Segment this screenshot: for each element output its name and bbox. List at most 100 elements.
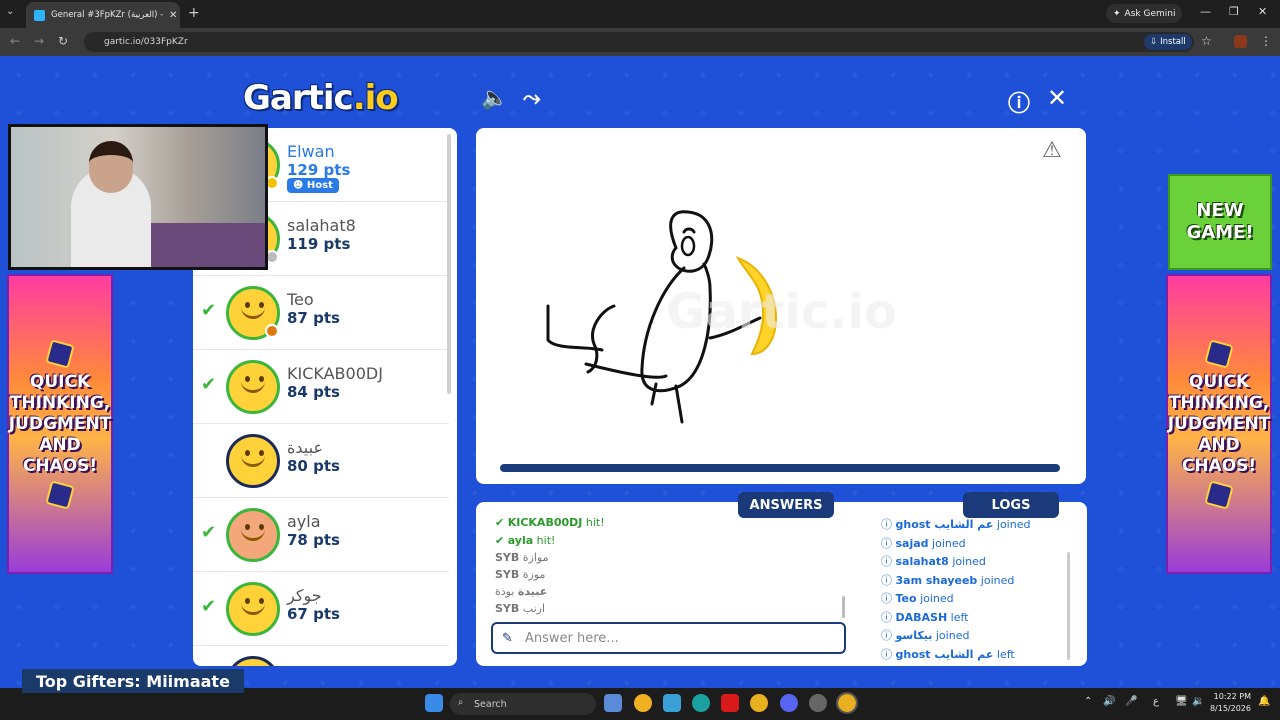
logs-panel: LOGS ⓘ ghost عم الشايب joined ⓘ sajad jo…	[861, 492, 1087, 666]
reload-icon[interactable]: ↻	[58, 34, 68, 48]
back-icon[interactable]: ←	[10, 34, 20, 48]
banner-left-text: QUICK THINKING, JUDGMENT AND CHAOS!	[8, 371, 112, 476]
player-avatar	[226, 508, 280, 562]
info-icon[interactable]: ⓘ	[1008, 86, 1030, 118]
gem-icon	[1204, 479, 1234, 510]
install-button[interactable]: ⇩ Install	[1144, 34, 1192, 50]
player-points: 119 pts	[287, 235, 351, 253]
log-line: ⓘ بيكاسو joined	[881, 629, 970, 642]
player-name: عبيدة	[287, 438, 323, 457]
player-row[interactable]: ✔ ayla 78 pts	[193, 498, 449, 572]
webcam-overlay	[8, 124, 268, 270]
sound-tray-icon[interactable]: 🔉	[1192, 696, 1204, 707]
promo-banner-right[interactable]: QUICK THINKING, JUDGMENT AND CHAOS!	[1166, 274, 1272, 574]
guessed-check-icon: ✔	[201, 596, 217, 617]
answers-scrollbar[interactable]	[842, 596, 845, 618]
player-row[interactable]: ✔ Teo 87 pts	[193, 276, 449, 350]
svg-text:Gartic.io: Gartic.io	[666, 284, 897, 340]
pencil-icon: ✎	[502, 631, 513, 646]
log-line: ⓘ DABASH left	[881, 611, 969, 624]
forward-icon[interactable]: →	[34, 34, 44, 48]
gartic-favicon-icon	[34, 9, 45, 21]
mic-icon[interactable]: 🎤	[1125, 696, 1137, 707]
tab-answers[interactable]: ANSWERS	[738, 492, 834, 518]
player-name: ayla	[287, 512, 321, 531]
log-line: ⓘ ghost عم الشايب left	[881, 648, 1015, 661]
player-avatar	[226, 582, 280, 636]
discord-icon[interactable]	[780, 694, 798, 712]
netflix-icon[interactable]	[721, 694, 739, 712]
restore-icon[interactable]: ❐	[1229, 5, 1239, 18]
player-points: 78 pts	[287, 531, 340, 549]
minimize-icon[interactable]: —	[1200, 5, 1211, 18]
notification-bell-icon[interactable]: 🔔	[1258, 696, 1270, 707]
tab-title: General #3FpKZr (العربية) - Gart	[51, 10, 163, 20]
answers-panel: ANSWERS ✔ KICKAB00DJ hit! ✔ ayla hit! SY…	[476, 492, 861, 666]
player-points: 87 pts	[287, 309, 340, 327]
exit-close-icon[interactable]: ✕	[1047, 84, 1067, 112]
tab-search-icon[interactable]: ⌄	[6, 6, 14, 17]
answer-line: ✔ ayla hit!	[495, 534, 556, 547]
ask-gemini-label: Ask Gemini	[1124, 8, 1176, 19]
install-label: Install	[1160, 37, 1186, 47]
player-avatar	[226, 434, 280, 488]
extension-icon[interactable]	[1234, 35, 1247, 48]
network-icon[interactable]: 🖥	[1175, 696, 1188, 707]
promo-banner-left[interactable]: QUICK THINKING, JUDGMENT AND CHAOS!	[7, 274, 113, 574]
taskbar-clock[interactable]: 10:22 PM 8/15/2026	[1207, 691, 1251, 715]
tray-overflow-icon[interactable]: ⌃	[1084, 696, 1092, 707]
browser-tab-active[interactable]: General #3FpKZr (العربية) - Gart ✕	[26, 2, 180, 28]
chrome-icon[interactable]	[750, 694, 768, 712]
player-row[interactable]: ✔ جوكر 67 pts	[193, 572, 449, 646]
browser-menu-icon[interactable]: ⋮	[1260, 34, 1272, 48]
player-row[interactable]	[193, 646, 449, 666]
player-row[interactable]: ✔ KICKAB00DJ 84 pts	[193, 350, 449, 424]
guessed-check-icon: ✔	[201, 300, 217, 321]
logs-scrollbar[interactable]	[1067, 552, 1070, 660]
bookmark-star-icon[interactable]: ☆	[1201, 34, 1212, 48]
answer-placeholder: Answer here...	[525, 630, 619, 646]
drawing: Gartic.io	[546, 210, 897, 424]
ask-gemini-button[interactable]: ✦ Ask Gemini	[1106, 4, 1183, 23]
drawing-canvas[interactable]: ⚠ Gartic.io	[476, 128, 1086, 484]
answer-input[interactable]: ✎ Answer here...	[491, 622, 846, 654]
top-gifters-overlay: Top Gifters: Miimaate	[22, 669, 244, 693]
start-windows-icon[interactable]	[425, 694, 443, 712]
log-line: ⓘ 3am shayeeb joined	[881, 574, 1015, 587]
volume-tray-icon[interactable]: 🔊	[1103, 696, 1115, 707]
tab-logs[interactable]: LOGS	[963, 492, 1059, 518]
log-line: ⓘ salahat8 joined	[881, 555, 986, 568]
sound-icon[interactable]: 🔈	[481, 86, 508, 111]
answer-line: عبيدة بوذة	[495, 585, 548, 598]
player-list-scrollbar[interactable]	[447, 134, 451, 394]
new-game-banner[interactable]: NEW GAME!	[1168, 174, 1272, 270]
edge-icon[interactable]	[692, 694, 710, 712]
player-points: 67 pts	[287, 605, 340, 623]
answer-line: ✔ KICKAB00DJ hit!	[495, 516, 605, 529]
player-avatar	[226, 656, 280, 666]
gemini-sparkle-icon: ✦	[1113, 8, 1121, 19]
log-line: ⓘ ghost عم الشايب joined	[881, 518, 1031, 531]
app-icon[interactable]	[809, 694, 827, 712]
round-timer-bar	[500, 464, 1060, 472]
language-indicator[interactable]: ع	[1153, 696, 1159, 707]
task-view-icon[interactable]	[604, 694, 622, 712]
tab-close-icon[interactable]: ✕	[169, 10, 177, 21]
store-icon[interactable]	[663, 694, 681, 712]
address-bar[interactable]: gartic.io/033FpKZr	[84, 32, 1194, 52]
chrome-active-icon[interactable]	[836, 692, 858, 714]
new-tab-icon[interactable]: +	[188, 5, 200, 21]
taskbar-search[interactable]: ⌕ Search	[450, 693, 596, 715]
taskbar-search-label: Search	[474, 698, 507, 710]
status-dot	[265, 324, 279, 338]
log-line: ⓘ sajad joined	[881, 537, 966, 550]
player-name: salahat8	[287, 216, 356, 235]
player-name: KICKAB00DJ	[287, 364, 383, 383]
window-close-icon[interactable]: ✕	[1258, 5, 1267, 18]
player-row[interactable]: عبيدة 80 pts	[193, 424, 449, 498]
host-badge: ☻ Host	[287, 178, 339, 193]
share-icon[interactable]: ⤳	[523, 86, 541, 111]
address-bar-row: ← → ↻ gartic.io/033FpKZr ⇩ Install ☆ ⋮	[0, 28, 1280, 56]
app-icon[interactable]	[634, 694, 652, 712]
player-name: Elwan	[287, 142, 335, 161]
